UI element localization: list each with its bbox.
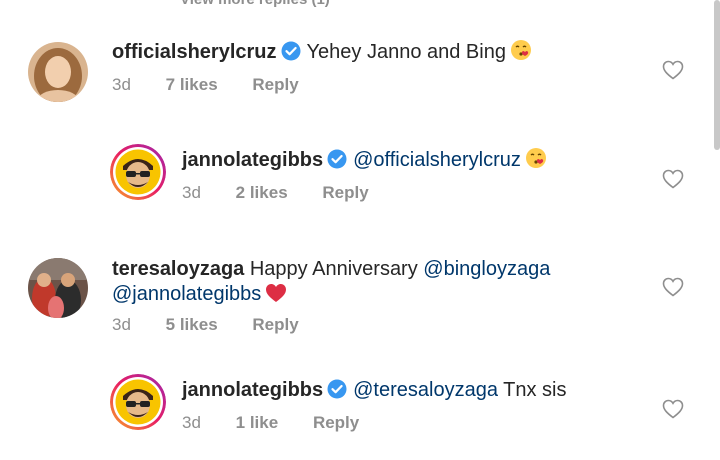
like-heart-icon[interactable] — [662, 60, 684, 85]
like-heart-icon[interactable] — [662, 399, 684, 424]
username[interactable]: jannolategibbs — [182, 149, 323, 171]
avatar[interactable] — [110, 144, 166, 200]
comment-line: teresaloyzaga Happy Anniversary @bingloy… — [112, 256, 550, 282]
timestamp: 3d — [112, 75, 131, 94]
scrollbar[interactable] — [714, 0, 720, 150]
verified-badge-icon — [327, 149, 347, 176]
comment-meta: 3d 2 likes Reply — [182, 183, 369, 203]
verified-badge-icon — [281, 41, 301, 68]
avatar[interactable] — [28, 258, 88, 318]
username[interactable]: jannolategibbs — [182, 379, 323, 401]
reply-button[interactable]: Reply — [252, 75, 298, 95]
mention-link[interactable]: @officialsherylcruz — [353, 149, 521, 171]
like-heart-icon[interactable] — [662, 169, 684, 194]
reply-button[interactable]: Reply — [313, 413, 359, 433]
comment-line: jannolategibbs @officialsherylcruz — [182, 147, 547, 176]
reply-button[interactable]: Reply — [252, 315, 298, 335]
timestamp: 3d — [182, 183, 201, 202]
reply-button[interactable]: Reply — [322, 183, 368, 203]
timestamp: 3d — [112, 315, 131, 334]
view-more-replies[interactable]: View more replies (1) — [180, 0, 330, 8]
username[interactable]: officialsherylcruz — [112, 41, 277, 63]
comment-meta: 3d 7 likes Reply — [112, 75, 299, 95]
timestamp: 3d — [182, 413, 201, 432]
kissing-face-icon — [510, 39, 532, 68]
comment-meta: 3d 1 like Reply — [182, 413, 359, 433]
mention-link[interactable]: @teresaloyzaga — [353, 379, 498, 401]
comment-text: Yehey Janno and Bing — [306, 41, 506, 63]
avatar[interactable] — [28, 42, 88, 102]
likes-count[interactable]: 5 likes — [166, 315, 218, 335]
comment-line-2: @jannolategibbs — [112, 281, 287, 310]
like-heart-icon[interactable] — [662, 277, 684, 302]
avatar[interactable] — [110, 374, 166, 430]
kissing-face-icon — [525, 147, 547, 176]
comment-text: Happy Anniversary — [249, 258, 418, 280]
likes-count[interactable]: 7 likes — [166, 75, 218, 95]
comment-text: Tnx sis — [503, 379, 567, 401]
comment-meta: 3d 5 likes Reply — [112, 315, 299, 335]
red-heart-icon — [265, 283, 287, 310]
mention-link[interactable]: @jannolategibbs — [112, 283, 261, 305]
username[interactable]: teresaloyzaga — [112, 258, 244, 280]
verified-badge-icon — [327, 379, 347, 406]
mention-link[interactable]: @bingloyzaga — [423, 258, 550, 280]
likes-count[interactable]: 1 like — [236, 413, 279, 433]
likes-count[interactable]: 2 likes — [236, 183, 288, 203]
comment-line: jannolategibbs @teresaloyzaga Tnx sis — [182, 377, 567, 406]
comment-line: officialsherylcruz Yehey Janno and Bing — [112, 39, 532, 68]
